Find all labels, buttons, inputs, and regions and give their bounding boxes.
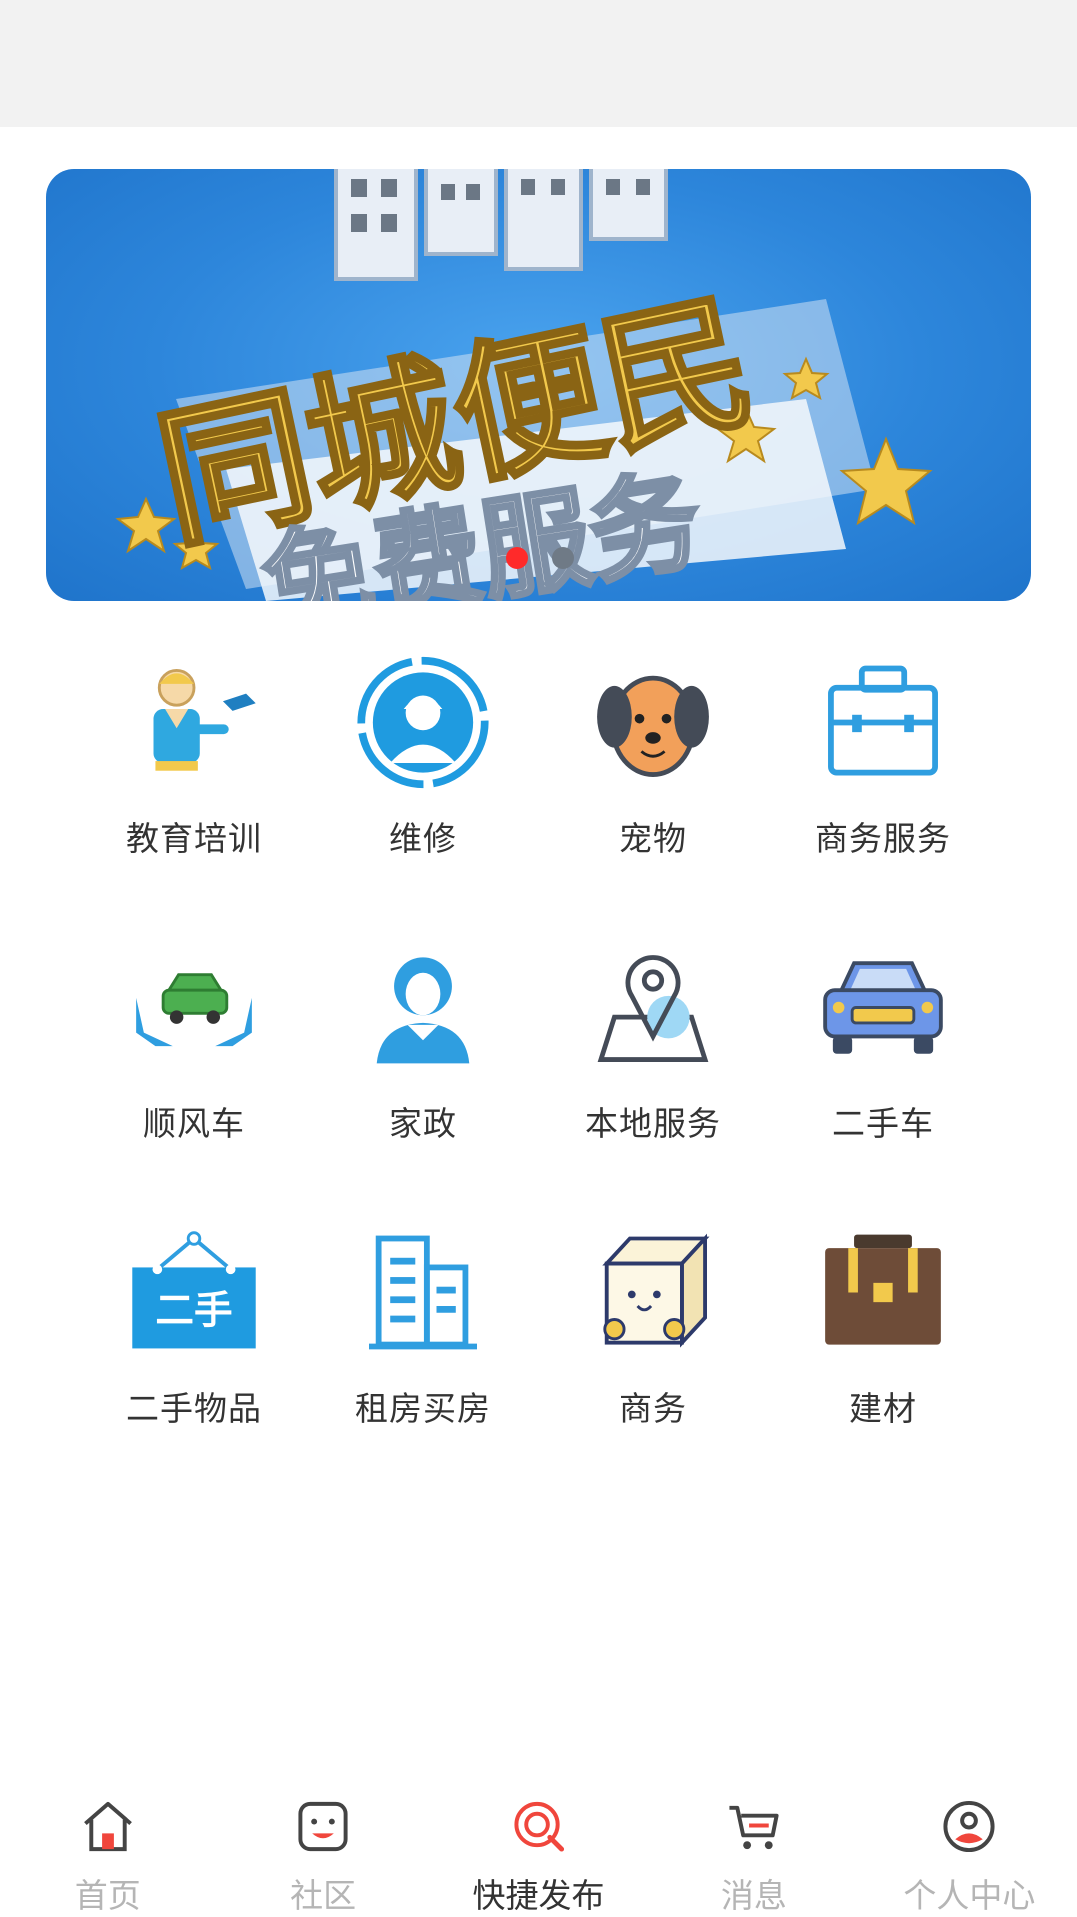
dog-icon [597, 675, 709, 777]
tab-messages[interactable]: 消息 [646, 1780, 861, 1917]
teacher-icon [153, 668, 256, 771]
carousel-dot[interactable] [552, 547, 574, 569]
location-map-icon [597, 955, 709, 1062]
banner-artwork: 同城便民 免费服务 [115, 169, 933, 601]
svg-text:二手: 二手 [155, 1288, 232, 1333]
quick-publish-icon [513, 1801, 564, 1852]
category-label: 二手物品 [126, 1389, 262, 1428]
category-label: 商务 [619, 1389, 687, 1428]
tab-home[interactable]: 首页 [0, 1780, 215, 1917]
status-bar [0, 0, 1077, 127]
category-label: 本地服务 [585, 1104, 721, 1143]
housekeeper-icon [376, 957, 470, 1064]
repair-worker-icon [357, 656, 489, 789]
used-car-icon [823, 961, 943, 1054]
tab-quick-publish[interactable]: 快捷发布 [431, 1780, 646, 1917]
briefcase-icon [828, 665, 938, 776]
tofu-box-icon [602, 1233, 710, 1348]
tab-label: 社区 [290, 1876, 357, 1915]
category-pets[interactable]: 宠物 [538, 640, 768, 860]
secondhand-sign-icon: 二手 [132, 1231, 256, 1349]
community-icon [298, 1801, 348, 1852]
category-business[interactable]: 商务 [538, 1210, 768, 1430]
category-real-estate[interactable]: 租房买房 [308, 1210, 538, 1430]
category-education[interactable]: 教育培训 [79, 640, 309, 860]
category-label: 教育培训 [126, 819, 262, 858]
category-label: 维修 [389, 819, 457, 858]
toolbox-icon [825, 1234, 941, 1345]
tab-label: 快捷发布 [472, 1876, 605, 1915]
tab-profile[interactable]: 个人中心 [862, 1780, 1077, 1917]
category-local-services[interactable]: 本地服务 [538, 925, 768, 1145]
category-repair[interactable]: 维修 [308, 640, 538, 860]
home-icon [83, 1801, 132, 1852]
bottom-tab-bar: 首页 社区 快捷发布 消息 个人中心 [0, 1780, 1077, 1917]
cart-icon [729, 1805, 779, 1850]
category-housekeeping[interactable]: 家政 [308, 925, 538, 1145]
category-label: 家政 [389, 1104, 457, 1143]
category-label: 二手车 [832, 1104, 934, 1143]
carousel-indicator[interactable] [506, 547, 574, 569]
category-label: 建材 [849, 1389, 917, 1428]
carpool-hands-car-icon [136, 973, 252, 1047]
banner-carousel[interactable]: 同城便民 免费服务 [46, 169, 1031, 601]
building-icon [369, 1235, 477, 1350]
category-business-services[interactable]: 商务服务 [768, 640, 998, 860]
category-label: 宠物 [619, 819, 687, 858]
tab-community[interactable]: 社区 [215, 1780, 430, 1917]
carousel-dot-active[interactable] [506, 547, 528, 569]
category-used-cars[interactable]: 二手车 [768, 925, 998, 1145]
category-label: 顺风车 [143, 1104, 245, 1143]
category-building-materials[interactable]: 建材 [768, 1210, 998, 1430]
category-carpool[interactable]: 顺风车 [79, 925, 309, 1145]
category-label: 租房买房 [355, 1389, 491, 1428]
user-icon [943, 1800, 995, 1853]
tab-label: 个人中心 [903, 1876, 1036, 1915]
tab-label: 首页 [74, 1876, 141, 1915]
category-secondhand-goods[interactable]: 二手 二手物品 [79, 1210, 309, 1430]
tab-label: 消息 [720, 1876, 787, 1915]
category-label: 商务服务 [815, 819, 951, 858]
